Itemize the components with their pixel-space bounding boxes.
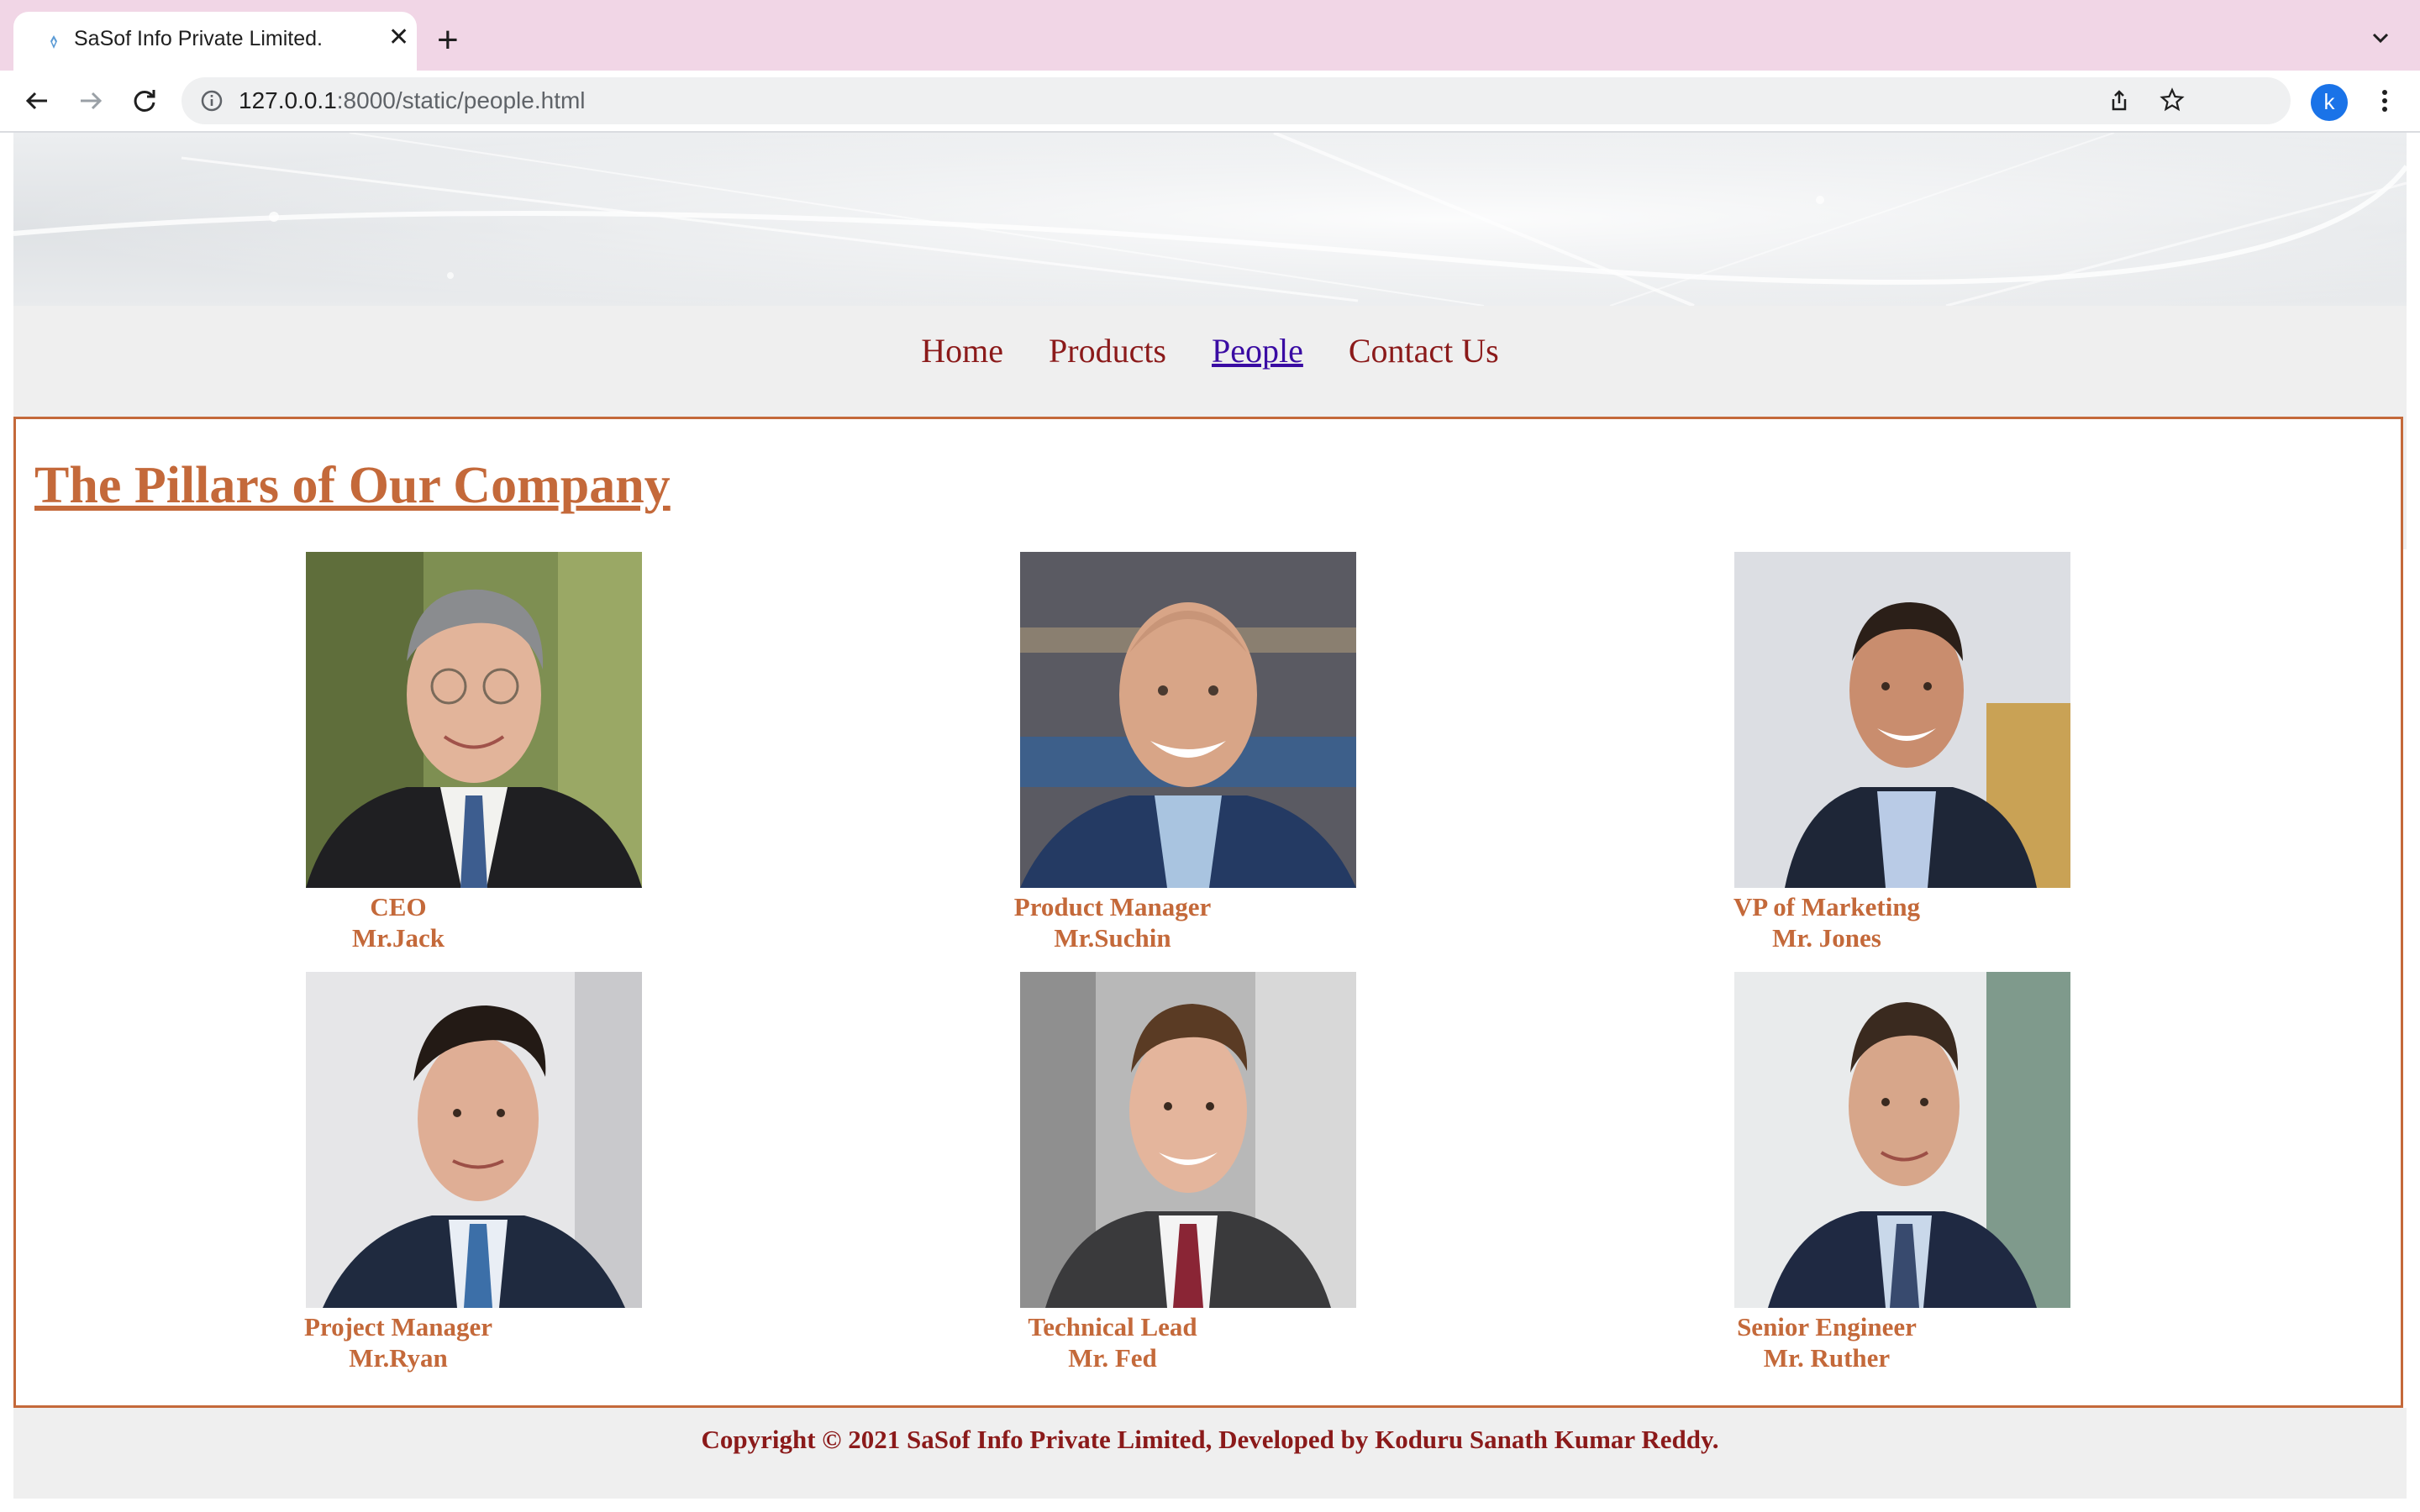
more-menu-icon[interactable] bbox=[2370, 86, 2400, 116]
person-caption: Senior Engineer Mr. Ruther bbox=[1659, 1311, 1995, 1373]
person-caption: Project Manager Mr.Ryan bbox=[230, 1311, 566, 1373]
person-photo bbox=[1734, 972, 2070, 1308]
nav-people[interactable]: People bbox=[1212, 331, 1303, 370]
person-caption: Technical Lead Mr. Fed bbox=[944, 1311, 1281, 1373]
person-photo bbox=[1734, 552, 2070, 888]
person-caption: VP of Marketing Mr. Jones bbox=[1659, 891, 1995, 953]
copyright-text: Copyright © 2021 SaSof Info Private Limi… bbox=[701, 1425, 1719, 1454]
forward-arrow-icon[interactable] bbox=[76, 86, 106, 116]
url-path: :8000/static/people.html bbox=[336, 87, 586, 113]
back-arrow-icon[interactable] bbox=[22, 86, 52, 116]
nav-products[interactable]: Products bbox=[1049, 331, 1166, 370]
person-name: Mr. Jones bbox=[1772, 923, 1881, 953]
person-caption: CEO Mr.Jack bbox=[230, 891, 566, 953]
url-text: 127.0.0.1:8000/static/people.html bbox=[239, 87, 586, 114]
new-tab-icon[interactable]: + bbox=[437, 22, 459, 59]
person-caption: Product Manager Mr.Suchin bbox=[944, 891, 1281, 953]
reload-icon[interactable] bbox=[129, 86, 160, 116]
nav-home[interactable]: Home bbox=[921, 331, 1003, 370]
web-page: Home Products People Contact Us The Pill… bbox=[13, 133, 2407, 1499]
url-host: 127.0.0.1 bbox=[239, 87, 337, 113]
main-nav: Home Products People Contact Us bbox=[13, 331, 2407, 370]
browser-tabstrip: SaSof Info Private Limited. ✕ + bbox=[0, 0, 2420, 71]
people-section: The Pillars of Our Company CEO Mr.Jack P… bbox=[13, 417, 2403, 1408]
share-icon[interactable] bbox=[2107, 89, 2131, 113]
profile-avatar[interactable]: k bbox=[2311, 84, 2348, 121]
page-footer: Copyright © 2021 SaSof Info Private Limi… bbox=[13, 1408, 2407, 1499]
bookmark-star-icon[interactable] bbox=[2160, 87, 2185, 113]
person-photo bbox=[1020, 552, 1356, 888]
person-name: Mr.Jack bbox=[352, 923, 445, 953]
address-bar[interactable]: 127.0.0.1:8000/static/people.html bbox=[182, 77, 2291, 124]
person-role: VP of Marketing bbox=[1733, 892, 1921, 921]
person-photo bbox=[306, 552, 642, 888]
person-name: Mr.Ryan bbox=[349, 1343, 448, 1373]
person-role: Product Manager bbox=[1013, 892, 1212, 921]
nav-contact-us[interactable]: Contact Us bbox=[1349, 331, 1499, 370]
site-info-icon[interactable] bbox=[200, 89, 224, 113]
banner-light-streaks-image bbox=[13, 133, 2407, 306]
person-role: Technical Lead bbox=[1028, 1312, 1197, 1341]
person-photo bbox=[306, 972, 642, 1308]
person-role: CEO bbox=[370, 892, 427, 921]
page-title: The Pillars of Our Company bbox=[34, 457, 671, 514]
person-photo bbox=[1020, 972, 1356, 1308]
person-role: Project Manager bbox=[303, 1312, 493, 1341]
person-role: Senior Engineer bbox=[1737, 1312, 1917, 1341]
chevron-down-icon[interactable] bbox=[2368, 25, 2393, 50]
header-banner bbox=[13, 133, 2407, 306]
person-name: Mr.Suchin bbox=[1054, 923, 1171, 953]
tab-title: SaSof Info Private Limited. bbox=[74, 27, 323, 50]
site-favicon-icon bbox=[50, 35, 57, 49]
browser-toolbar: 127.0.0.1:8000/static/people.html k bbox=[0, 71, 2420, 133]
person-name: Mr. Fed bbox=[1068, 1343, 1157, 1373]
person-name: Mr. Ruther bbox=[1763, 1343, 1891, 1373]
close-tab-icon[interactable]: ✕ bbox=[388, 25, 409, 50]
browser-tab[interactable]: SaSof Info Private Limited. ✕ bbox=[13, 12, 417, 71]
